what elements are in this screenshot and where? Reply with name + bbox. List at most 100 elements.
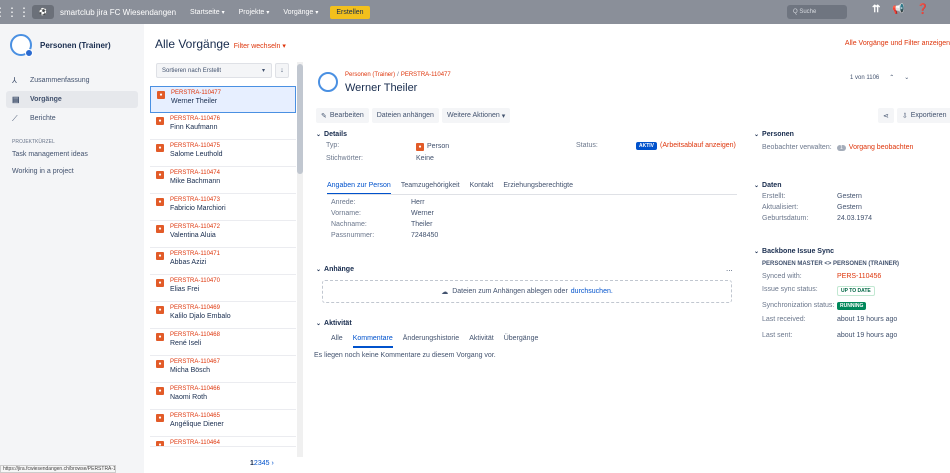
- chevron-down-icon: ▾: [315, 9, 319, 16]
- notifications-icon[interactable]: ⇈: [872, 4, 880, 15]
- search-input[interactable]: Q Suche: [787, 5, 847, 19]
- chevron-down-icon: ⌄: [316, 321, 322, 327]
- person-type-icon: ●: [156, 144, 164, 152]
- page-5[interactable]: 5: [266, 460, 270, 467]
- issue-key: PERSTRA-110474: [170, 170, 220, 176]
- list-scrollbar[interactable]: [297, 62, 303, 457]
- list-item[interactable]: ● PERSTRA-110468 René Iseli: [150, 329, 296, 356]
- people-heading[interactable]: ⌄ Personen: [754, 131, 950, 138]
- dates-heading[interactable]: ⌄ Daten: [754, 182, 950, 189]
- browse-link[interactable]: durchsuchen.: [571, 288, 613, 295]
- synced-issue-link[interactable]: PERS-110456: [837, 273, 881, 280]
- attachments-heading[interactable]: ⌄ Anhänge: [316, 266, 354, 273]
- chevron-down-icon: ⌄: [316, 267, 322, 273]
- nav-startseite[interactable]: Startseite ▾: [190, 9, 225, 16]
- list-item[interactable]: ● PERSTRA-110472 Valentina Aluia: [150, 221, 296, 248]
- share-button[interactable]: ⋖: [878, 108, 894, 123]
- shortcut-task-management[interactable]: Task management ideas: [12, 151, 144, 158]
- type-field: Typ: ● Person: [326, 142, 576, 151]
- summary-icon: ⅄: [12, 76, 17, 85]
- help-icon[interactable]: ❓: [917, 4, 929, 15]
- feedback-icon[interactable]: 📢: [892, 4, 904, 15]
- next-issue-icon[interactable]: ⌄: [904, 75, 909, 81]
- site-logo[interactable]: ⚽: [32, 5, 54, 19]
- issue-title[interactable]: Werner Theiler: [345, 82, 417, 94]
- tab-uebergaenge[interactable]: Übergänge: [504, 335, 539, 348]
- nav-projekte[interactable]: Projekte ▾: [239, 9, 270, 16]
- create-button[interactable]: Erstellen: [330, 5, 370, 19]
- activity-heading[interactable]: ⌄ Aktivität: [316, 320, 352, 327]
- list-item[interactable]: ● PERSTRA-110467 Micha Bösch: [150, 356, 296, 383]
- field-value: 7248450: [411, 232, 439, 239]
- status-badge: RUNNING: [837, 302, 867, 310]
- issue-key: PERSTRA-110475: [170, 143, 220, 149]
- list-item[interactable]: ● PERSTRA-110474 Mike Bachmann: [150, 167, 296, 194]
- person-type-icon: ●: [156, 225, 164, 233]
- field-label: Passnummer:: [331, 232, 375, 239]
- sync-list: PERSONEN MASTER <> PERSONEN (TRAINER) Sy…: [754, 261, 950, 339]
- sort-direction-button[interactable]: ↓: [275, 63, 289, 78]
- edit-button[interactable]: ✎ Bearbeiten: [316, 108, 369, 123]
- export-button[interactable]: ⇩ Exportieren: [896, 108, 950, 123]
- list-item[interactable]: ● PERSTRA-110464: [150, 437, 296, 447]
- list-item[interactable]: ● PERSTRA-110473 Fabricio Marchiori: [150, 194, 296, 221]
- shortcut-working-in-project[interactable]: Working in a project: [12, 168, 144, 175]
- apps-grid-icon[interactable]: ⋮⋮⋮: [0, 0, 30, 24]
- issue-avatar: [318, 72, 338, 92]
- tab-divider: [327, 194, 737, 195]
- field-value: Herr: [411, 199, 425, 206]
- list-item[interactable]: ● PERSTRA-110476 Finn Kaufmann: [150, 113, 296, 140]
- workflow-link[interactable]: (Arbeitsablauf anzeigen): [660, 142, 736, 150]
- project-header[interactable]: Personen (Trainer): [0, 24, 144, 62]
- sidebar-item-summary[interactable]: ⅄ Zusammenfassung: [6, 72, 138, 89]
- attach-files-button[interactable]: Dateien anhängen: [371, 108, 439, 123]
- tab-kommentare[interactable]: Kommentare: [352, 335, 393, 348]
- issue-summary: Mike Bachmann: [170, 178, 221, 185]
- sidebar-item-label: Zusammenfassung: [30, 77, 90, 84]
- scrollbar-thumb[interactable]: [297, 64, 303, 174]
- field-value: about 19 hours ago: [837, 332, 898, 339]
- list-item[interactable]: ● PERSTRA-110469 Kalilo Djalo Embalo: [150, 302, 296, 329]
- tab-aktivitaet[interactable]: Aktivität: [469, 335, 494, 348]
- details-heading[interactable]: ⌄ Details: [316, 131, 736, 138]
- next-page-icon[interactable]: ›: [271, 460, 273, 467]
- last-sent-row: Last sent: about 19 hours ago: [762, 332, 950, 339]
- issue-key: PERSTRA-110477: [171, 90, 221, 96]
- person-type-icon: ●: [156, 306, 164, 314]
- sort-dropdown[interactable]: Sortieren nach Erstellt ▾: [156, 63, 272, 78]
- issue-key: PERSTRA-110468: [170, 332, 220, 338]
- issue-counter: 1 von 1106 ⌃ ⌄: [850, 74, 909, 81]
- list-item[interactable]: ● PERSTRA-110477 Werner Theiler: [150, 86, 296, 113]
- pagination: 12345 ›: [250, 460, 274, 467]
- breadcrumb-project[interactable]: Personen (Trainer): [345, 72, 395, 78]
- details-left-column: Typ: ● Person Stichwörter: Keine: [326, 142, 576, 162]
- list-item[interactable]: ● PERSTRA-110475 Salome Leuthold: [150, 140, 296, 167]
- chevron-down-icon: ⌄: [754, 132, 760, 138]
- attachment-dropzone[interactable]: ☁ Dateien zum Anhängen ablegen oder durchs…: [322, 280, 732, 303]
- tab-alle[interactable]: Alle: [331, 335, 343, 348]
- dates-heading-text: Daten: [762, 182, 782, 189]
- filter-switch-link[interactable]: Filter wechseln ▾: [234, 43, 286, 50]
- sync-heading[interactable]: ⌄ Backbone Issue Sync: [754, 248, 950, 255]
- list-item[interactable]: ● PERSTRA-110470 Elias Frei: [150, 275, 296, 302]
- more-actions-button[interactable]: Weitere Aktionen ▾: [441, 108, 511, 123]
- list-item[interactable]: ● PERSTRA-110466 Naomi Roth: [150, 383, 296, 410]
- list-item[interactable]: ● PERSTRA-110471 Abbas Azizi: [150, 248, 296, 275]
- field-label: Geburtsdatum:: [762, 215, 809, 222]
- attachments-more-icon[interactable]: ...: [726, 264, 733, 273]
- previous-issue-icon[interactable]: ⌃: [889, 75, 894, 81]
- dates-panel: ⌄ Daten Erstellt: Gestern Aktualisiert: Ges…: [754, 182, 950, 222]
- sidebar-item-label: Berichte: [30, 115, 56, 122]
- issue-summary: Werner Theiler: [171, 98, 218, 105]
- sidebar-item-reports[interactable]: ⟋ Berichte: [6, 110, 138, 127]
- watch-link[interactable]: 1 Vorgang beobachten: [837, 144, 913, 151]
- tab-aenderungshistorie[interactable]: Änderungshistorie: [403, 335, 459, 348]
- site-name[interactable]: smartclub jira FC Wiesendangen: [60, 8, 176, 17]
- breadcrumb-issue-key[interactable]: PERSTRA-110477: [401, 72, 451, 78]
- field-value: Gestern: [837, 204, 862, 211]
- nav-vorgaenge[interactable]: Vorgänge ▾: [283, 9, 318, 16]
- all-issues-filters-link[interactable]: Alle Vorgänge und Filter anzeigen: [845, 40, 950, 47]
- list-item[interactable]: ● PERSTRA-110465 Angélique Diener: [150, 410, 296, 437]
- sidebar-item-issues[interactable]: ▤ Vorgänge: [6, 91, 138, 108]
- status-badge: AKTIV: [636, 142, 657, 150]
